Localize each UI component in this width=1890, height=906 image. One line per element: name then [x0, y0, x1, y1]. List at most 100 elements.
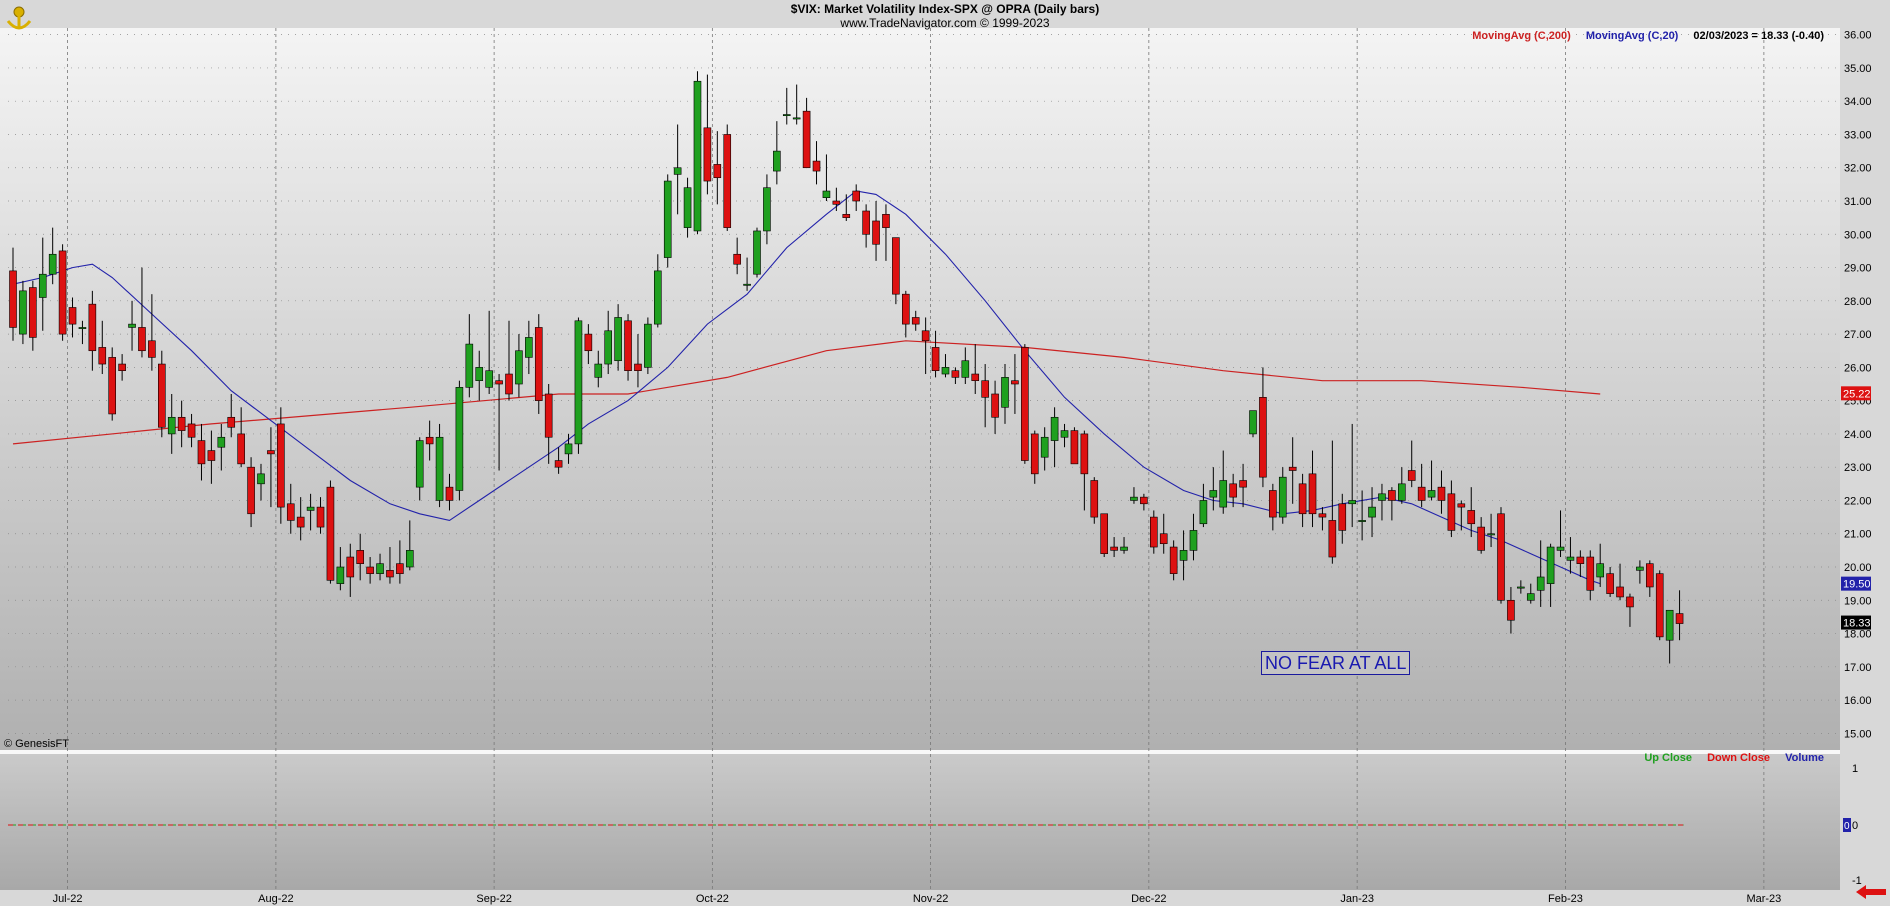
candle-body	[1239, 480, 1247, 488]
candle	[723, 124, 732, 231]
candle-body	[1556, 546, 1565, 551]
candle-body	[376, 563, 384, 574]
candle-body	[961, 360, 970, 378]
candle	[1249, 410, 1257, 438]
candle-body	[158, 363, 166, 428]
candle-body	[1526, 593, 1535, 601]
candle-body	[445, 486, 454, 501]
y-tick-label: 27.00	[1844, 329, 1872, 341]
candle-body	[1318, 513, 1327, 518]
candle	[1655, 570, 1664, 641]
candle-body	[1636, 566, 1644, 571]
scroll-left-arrow-icon[interactable]	[1856, 885, 1886, 904]
y-tick-label: 15.00	[1844, 728, 1872, 740]
candle-body	[773, 150, 781, 172]
candle	[1150, 510, 1158, 554]
candle-body	[475, 367, 484, 381]
x-tick-label: Jul-22	[53, 893, 83, 905]
y-tick-label: 34.00	[1844, 96, 1872, 108]
y-tick-label: 23.00	[1844, 462, 1872, 474]
candle-body	[1179, 550, 1188, 561]
candle-body	[753, 230, 761, 275]
candle	[326, 480, 335, 584]
candle-body	[217, 436, 226, 448]
legend-ma20: MovingAvg (C,20)	[1585, 30, 1679, 42]
candle-body	[921, 330, 930, 342]
candle-body	[58, 250, 67, 335]
candle-body	[415, 440, 424, 488]
candle-body	[1348, 500, 1356, 505]
candle	[644, 317, 652, 375]
candle-body	[892, 237, 900, 295]
chart-title: $VIX: Market Volatility Index-SPX @ OPRA…	[790, 2, 1100, 16]
y-tick-label: 32.00	[1844, 163, 1872, 175]
vix-candlestick-chart[interactable]: 15.00 16.00 17.00 18.00 19.00 20.00 21.00 22.00…	[0, 0, 1890, 906]
candle-body	[584, 333, 593, 352]
price-tag-label: 18.33	[1843, 618, 1871, 630]
candle-body	[495, 380, 503, 385]
candle-body	[128, 323, 136, 328]
candle-body	[118, 363, 126, 372]
candle-body	[296, 516, 305, 528]
x-tick-label: Nov-22	[913, 893, 948, 905]
candle-body	[1606, 573, 1614, 594]
candle	[574, 317, 583, 454]
candle-body	[1050, 416, 1059, 441]
price-tag-label: 19.50	[1843, 579, 1871, 591]
candle-body	[634, 363, 642, 372]
candle-body	[1388, 490, 1396, 501]
legend-down-close: Down Close	[1707, 752, 1771, 764]
candle-body	[1090, 480, 1099, 518]
x-tick-label: Mar-23	[1746, 893, 1781, 905]
candle-body	[1507, 599, 1515, 621]
candle-body	[1269, 490, 1277, 518]
volume-legend: Up Close Down Close Volume	[1632, 752, 1824, 764]
candle-body	[1427, 490, 1436, 498]
candle-body	[1457, 503, 1466, 508]
candle-body	[663, 180, 672, 258]
candle-body	[713, 164, 722, 179]
x-tick-label: Dec-22	[1131, 893, 1166, 905]
candle-body	[187, 423, 196, 438]
candle-body	[1675, 613, 1684, 624]
y-tick-label: 21.00	[1844, 529, 1872, 541]
candle-body	[1368, 506, 1376, 518]
candle-body	[277, 423, 285, 508]
candle-body	[971, 373, 980, 381]
candle	[58, 244, 67, 341]
candle-body	[1378, 493, 1386, 501]
candle-body	[534, 327, 543, 401]
candle-body	[604, 330, 613, 365]
volume-zero-tag-label: 0	[1844, 821, 1850, 832]
candle-body	[435, 436, 444, 501]
candle-body	[1259, 397, 1267, 478]
candle-body	[1308, 473, 1317, 515]
candle-body	[237, 433, 245, 465]
candle-body	[703, 127, 712, 182]
candle-body	[1566, 556, 1575, 561]
candle	[624, 314, 632, 381]
candle-body	[306, 506, 315, 511]
copyright-label: © GenesisFT	[4, 738, 69, 750]
candle-body	[485, 370, 493, 388]
y-tick-label: 30.00	[1844, 229, 1872, 241]
candle	[1100, 513, 1108, 558]
candle-body	[405, 550, 414, 568]
candle-body	[68, 307, 77, 325]
candle-body	[1011, 380, 1019, 385]
candle	[1070, 427, 1079, 465]
candle-body	[1586, 556, 1595, 591]
y-tick-label: 36.00	[1844, 30, 1872, 42]
last-price-readout: 02/03/2023 = 18.33 (-0.40)	[1693, 30, 1824, 42]
candle-body	[544, 393, 553, 438]
y-tick-label: 16.00	[1844, 695, 1872, 707]
candle-body	[683, 187, 692, 228]
candle-body	[316, 506, 325, 528]
candle-body	[594, 363, 603, 378]
candle-body	[1487, 533, 1495, 536]
chart-annotation: NO FEAR AT ALL	[1261, 651, 1411, 675]
candle-body	[1209, 490, 1218, 498]
candle-body	[197, 440, 206, 465]
candle	[1497, 507, 1505, 604]
candle-body	[693, 80, 702, 232]
